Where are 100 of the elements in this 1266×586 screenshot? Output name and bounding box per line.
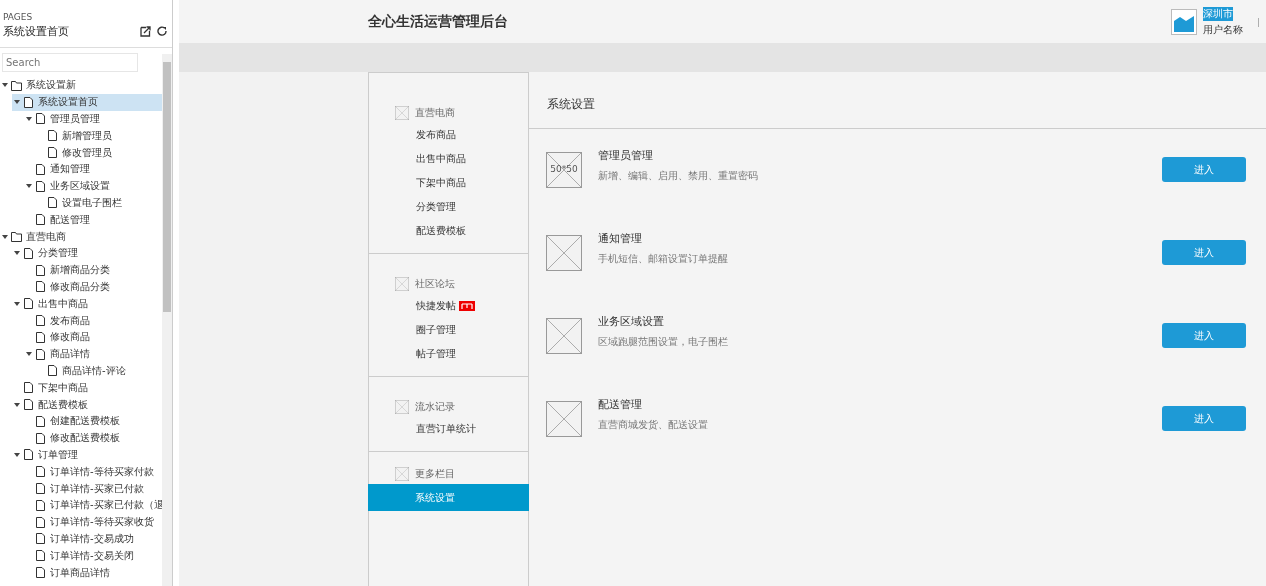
tree-item[interactable]: 订单商品详情 (24, 564, 162, 581)
nav-item[interactable]: 快捷发帖 (369, 294, 528, 318)
tree-item[interactable]: 系统设置新 (0, 77, 162, 94)
image-placeholder-icon (546, 234, 582, 271)
image-placeholder-icon (395, 467, 409, 481)
tree-item[interactable]: 新增管理员 (36, 127, 162, 145)
folder-icon (11, 79, 22, 91)
page-icon (35, 550, 46, 562)
item-title: 通知管理 (598, 231, 643, 246)
page-icon (35, 163, 46, 175)
nav-item[interactable]: 发布商品 (369, 123, 528, 147)
nav-item[interactable]: 配送费模板 (369, 219, 528, 243)
item-title: 配送管理 (598, 397, 643, 412)
export-icon[interactable] (140, 26, 151, 37)
tree-item[interactable]: 订单详情-交易关闭 (24, 547, 162, 565)
image-placeholder-icon (546, 400, 582, 437)
nav-item[interactable]: 出售中商品 (369, 147, 528, 171)
current-page-title: 系统设置首页 (3, 24, 70, 39)
tree-item[interactable]: 订单详情-买家已付款 (24, 480, 162, 497)
item-description: 手机短信、邮箱设置订单提醒 (598, 252, 729, 266)
caret-icon[interactable] (24, 115, 34, 123)
page-icon (47, 147, 58, 159)
page-icon (35, 432, 46, 444)
page-icon (23, 382, 34, 394)
tree-item[interactable]: 分类管理 (12, 244, 162, 262)
nav-item[interactable]: 分类管理 (369, 195, 528, 219)
tree-item[interactable]: 新增商品分类 (24, 261, 162, 279)
tree-item[interactable]: 商品详情-评论 (36, 362, 162, 380)
tree-item[interactable]: 管理员管理 (24, 110, 162, 128)
item-title: 业务区域设置 (598, 314, 665, 329)
page-icon (35, 214, 46, 226)
image-placeholder-icon: 50*50 (546, 151, 582, 188)
folder-icon (11, 231, 22, 243)
refresh-icon[interactable] (157, 26, 168, 37)
page-icon (23, 247, 34, 259)
tree-item[interactable]: 修改商品分类 (24, 278, 162, 296)
tree-item[interactable]: 订单详情-等待买家收货 (24, 513, 162, 531)
app-title: 全心生活运营管理后台 (368, 12, 509, 31)
tree-item[interactable]: 创建配送费模板 (24, 412, 162, 430)
page-icon (35, 180, 46, 192)
page-icon (47, 130, 58, 142)
caret-icon[interactable] (0, 232, 10, 241)
nav-item[interactable]: 帖子管理 (369, 342, 528, 366)
page-icon (35, 315, 46, 327)
tree-item[interactable]: 通知管理 (24, 161, 162, 178)
image-placeholder-icon (395, 277, 409, 291)
tree-item[interactable]: 商品详情 (24, 345, 162, 363)
image-placeholder-icon (395, 400, 409, 414)
tree-item[interactable]: 配送管理 (24, 211, 162, 229)
item-description: 新增、编辑、启用、禁用、重置密码 (598, 169, 759, 183)
page-icon (35, 113, 46, 125)
image-icon (1170, 8, 1197, 35)
caret-icon[interactable] (12, 400, 22, 409)
page-icon (23, 449, 34, 461)
page-icon (35, 466, 46, 478)
page-icon (35, 264, 46, 276)
tree-item[interactable]: 下架中商品 (12, 379, 162, 397)
scrollbar[interactable] (162, 54, 172, 586)
nav-group-title: 流水记录 (415, 400, 455, 414)
tree-item[interactable]: 订单管理 (12, 446, 162, 464)
caret-icon[interactable] (12, 450, 22, 459)
item-description: 区域跑腿范围设置，电子围栏 (598, 335, 729, 349)
item-title: 管理员管理 (598, 148, 654, 163)
page-icon (35, 348, 46, 360)
page-icon (47, 365, 58, 377)
page-icon (35, 499, 46, 511)
nav-item[interactable]: 下架中商品 (369, 171, 528, 195)
page-icon (35, 415, 46, 427)
nav-item[interactable]: 直营订单统计 (369, 417, 528, 441)
page-icon (35, 483, 46, 494)
user-name[interactable]: 用户名称 (1202, 22, 1243, 37)
page-icon (35, 533, 46, 545)
caret-icon[interactable] (12, 299, 22, 308)
tree-item[interactable]: 业务区域设置 (24, 177, 162, 195)
page-icon (35, 331, 46, 343)
nav-item[interactable]: 圈子管理 (369, 318, 528, 342)
image-placeholder-icon (546, 317, 582, 354)
tree-item[interactable]: 配送费模板 (12, 396, 162, 413)
tree-item[interactable]: 设置电子围栏 (36, 194, 162, 212)
tree-item[interactable]: 修改商品 (24, 328, 162, 346)
page-icon (35, 567, 46, 578)
tree-item[interactable]: 订单详情-等待买家付款 (24, 463, 162, 481)
separator: | (1256, 16, 1260, 27)
page-icon (23, 298, 34, 310)
page-icon (35, 281, 46, 293)
tree-item[interactable]: 修改配送费模板 (24, 429, 162, 447)
tree-item[interactable]: 订单详情-交易成功 (24, 530, 162, 548)
tree-item[interactable]: 修改管理员 (36, 144, 162, 161)
nav-group-title: 直营电商 (415, 106, 455, 120)
page-icon (35, 516, 46, 528)
search-field[interactable]: Search (2, 53, 138, 72)
tree-item[interactable]: 直营电商 (0, 228, 162, 245)
page-icon (23, 96, 34, 108)
tree-item[interactable]: 系统设置首页 (12, 93, 162, 111)
tree-item[interactable]: 发布商品 (24, 312, 162, 329)
item-description: 直营商城发货、配送设置 (598, 418, 709, 432)
nav-group-title: 社区论坛 (415, 277, 455, 291)
tree-item[interactable]: 出售中商品 (12, 295, 162, 313)
nav-group-title: 更多栏目 (415, 467, 455, 481)
image-placeholder-icon (395, 106, 409, 120)
